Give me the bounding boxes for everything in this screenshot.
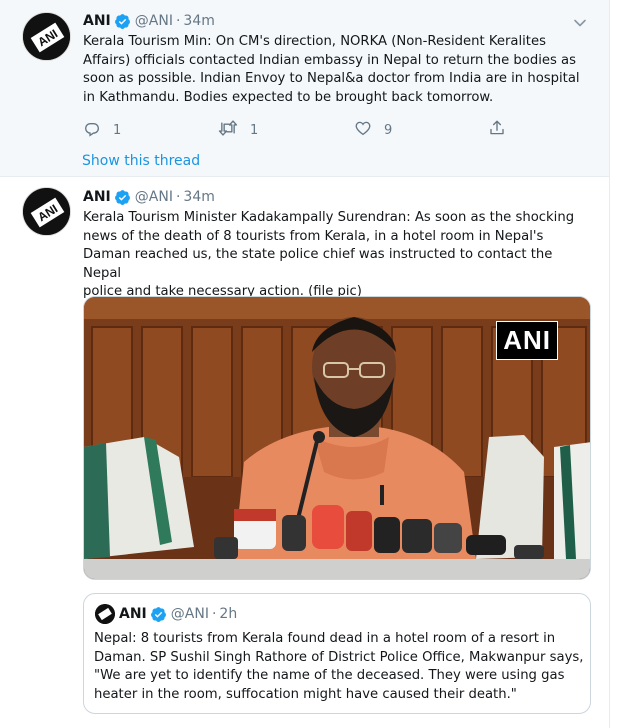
tweet-media-image[interactable]: ANI [83, 296, 591, 580]
author-name[interactable]: ANI [83, 13, 111, 29]
timestamp[interactable]: 34m [183, 189, 214, 205]
verified-badge-icon [114, 189, 131, 206]
separator: · [211, 606, 217, 622]
tweet-header: ANI @ANI · 34m [83, 11, 215, 31]
author-name[interactable]: ANI [83, 189, 111, 205]
ani-avatar [95, 604, 115, 624]
author-handle[interactable]: @ANI [135, 189, 173, 205]
quoted-author-handle: @ANI [170, 606, 209, 622]
tweet-2[interactable]: ANI ANI @ANI · 34m Kerala Tourism Minist… [0, 177, 610, 728]
verified-badge-icon [114, 13, 131, 30]
tweet-text: Kerala Tourism Min: On CM's direction, N… [83, 34, 580, 105]
chevron-down-icon[interactable] [573, 15, 587, 29]
quoted-author-name: ANI [119, 606, 147, 622]
tweet-1[interactable]: ANI ANI @ANI · 34m Kerala Tourism Min: O… [0, 0, 610, 176]
author-handle[interactable]: @ANI [135, 13, 173, 29]
timestamp[interactable]: 34m [183, 13, 214, 29]
separator: · [175, 13, 181, 29]
verified-badge-icon [150, 606, 167, 623]
like-button[interactable]: 9 [354, 119, 392, 141]
like-count: 9 [384, 122, 393, 138]
ani-avatar[interactable]: ANI [22, 12, 71, 61]
ani-avatar[interactable]: ANI [22, 187, 71, 236]
like-icon [354, 119, 372, 141]
share-icon [488, 119, 506, 141]
tweet-actions: 1 1 9 [83, 119, 523, 139]
retweet-count: 1 [250, 122, 259, 138]
retweet-icon [218, 119, 238, 141]
quoted-tweet-text: Nepal: 8 tourists from Kerala found dead… [94, 631, 584, 702]
separator: · [175, 189, 181, 205]
quoted-tweet[interactable]: ANI @ANI · 2h Nepal: 8 tourists from Ker… [83, 593, 591, 714]
show-thread-link[interactable]: Show this thread [82, 153, 200, 169]
reply-button[interactable]: 1 [83, 119, 121, 141]
tweet-text: Kerala Tourism Minister Kadakampally Sur… [83, 210, 575, 300]
retweet-button[interactable]: 1 [218, 119, 258, 141]
quoted-tweet-header: ANI @ANI · 2h [119, 604, 237, 624]
tweet-header: ANI @ANI · 34m [83, 187, 215, 207]
ani-watermark: ANI [496, 321, 558, 360]
reply-icon [83, 119, 101, 141]
quoted-timestamp: 2h [219, 606, 238, 622]
reply-count: 1 [113, 122, 122, 138]
share-button[interactable] [488, 119, 506, 141]
